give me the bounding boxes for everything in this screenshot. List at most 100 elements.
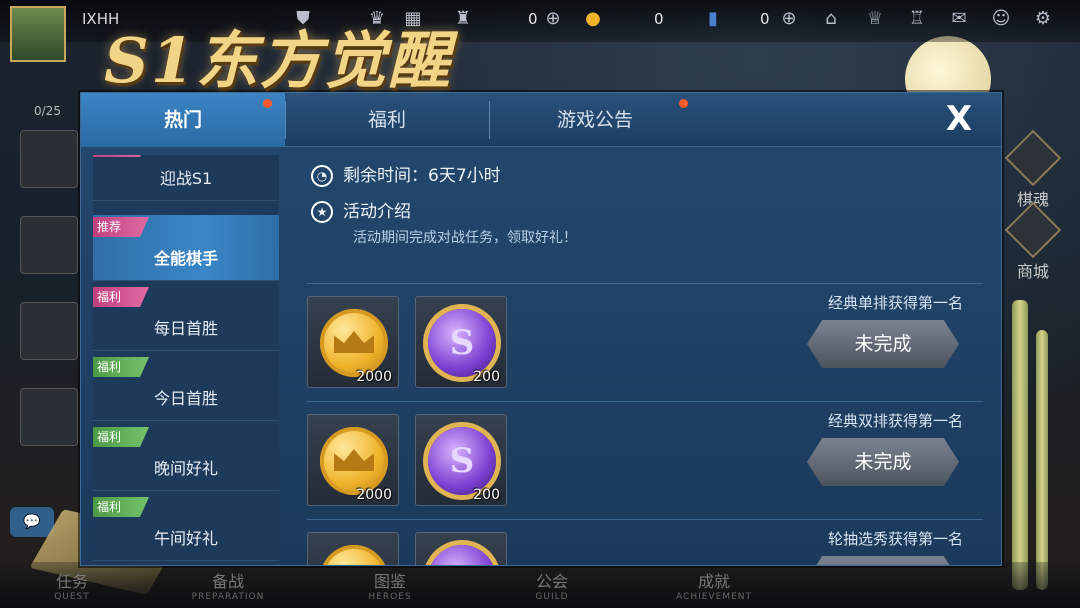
s-coin-icon: S bbox=[428, 545, 496, 565]
star-icon: ★ bbox=[311, 201, 333, 223]
mail-icon[interactable]: ✉ bbox=[948, 8, 970, 30]
reward-gold-coin[interactable]: 2000 bbox=[307, 414, 399, 506]
bottom-nav: 任务 QUEST 备战 PREPARATION 图鉴 HEROES 公会 GUI… bbox=[0, 562, 1080, 608]
sidebar-item-today-first-win[interactable]: 福利 今日首胜 bbox=[93, 355, 279, 421]
reward-gold-coin[interactable]: 2000 bbox=[307, 296, 399, 388]
gold-coin-icon bbox=[320, 427, 388, 495]
reward-quantity: 2000 bbox=[356, 369, 392, 385]
season-banner-title: S1东方觉醒 bbox=[104, 24, 452, 97]
reward-quantity: 2000 bbox=[356, 487, 392, 503]
nav-quest[interactable]: 任务 QUEST bbox=[12, 568, 132, 602]
task-row: S 轮抽选秀获得第一名 bbox=[307, 519, 983, 565]
clock-icon: ◔ bbox=[311, 165, 333, 187]
shop-icon bbox=[1004, 201, 1062, 259]
castle-icon[interactable]: ♖ bbox=[906, 8, 928, 30]
gear-icon[interactable]: ⚙ bbox=[1032, 8, 1054, 30]
intro-row: ★ 活动介绍 bbox=[311, 197, 411, 223]
tab-welfare[interactable]: 福利 bbox=[285, 93, 489, 147]
sidebar-item-label: 迎战S1 bbox=[159, 169, 213, 188]
nav-label: 成就 bbox=[697, 572, 730, 591]
player-avatar[interactable] bbox=[10, 6, 66, 62]
intro-title: 活动介绍 bbox=[343, 202, 411, 222]
remaining-time-row: ◔ 剩余时间：6天7小时 bbox=[311, 161, 501, 187]
nav-label: 任务 bbox=[55, 572, 88, 591]
tab-hot[interactable]: 热门 bbox=[81, 93, 285, 147]
sidebar-item-label: 午间好礼 bbox=[153, 529, 218, 548]
task-status-button[interactable] bbox=[807, 556, 959, 565]
trophy-icon[interactable]: ♕ bbox=[864, 8, 886, 30]
sidebar-badge: 推荐 bbox=[93, 217, 149, 237]
left-slot[interactable] bbox=[20, 302, 78, 360]
nav-label: 备战 bbox=[211, 572, 244, 591]
sidebar-badge: 福利 bbox=[93, 357, 149, 377]
reward-gold-coin[interactable] bbox=[307, 532, 399, 565]
sidebar-badge: 福利 bbox=[93, 427, 149, 447]
reward-quantity: 200 bbox=[473, 487, 500, 503]
gold-coin-icon: ● bbox=[585, 8, 601, 29]
s-coin-icon: S bbox=[428, 309, 496, 377]
task-row: 2000 S 200 经典双排获得第一名 未完成 bbox=[307, 401, 983, 519]
sidebar-item-label: 今日首胜 bbox=[153, 389, 218, 408]
nav-sublabel: QUEST bbox=[54, 592, 90, 602]
sidebar-item-label: 每日首胜 bbox=[153, 319, 218, 338]
sidebar-item-label: 晚间好礼 bbox=[153, 459, 218, 478]
right-menu-shop[interactable]: 商城 bbox=[1004, 201, 1062, 282]
nav-label: 图鉴 bbox=[373, 572, 406, 591]
nav-sublabel: HEROES bbox=[368, 592, 412, 602]
tab-announcement[interactable]: 游戏公告 bbox=[493, 93, 697, 147]
sidebar-badge: 福利 bbox=[93, 497, 149, 517]
add-currency-icon[interactable]: ⊕ bbox=[542, 8, 564, 30]
sidebar-item-all-round-player[interactable]: 推荐 全能棋手 bbox=[93, 215, 279, 281]
chat-button[interactable]: 💬 bbox=[10, 507, 54, 537]
bamboo-decoration bbox=[1012, 300, 1028, 590]
task-description: 经典单排获得第一名 bbox=[827, 294, 963, 312]
nav-achievement[interactable]: 成就 ACHIEVEMENT bbox=[654, 568, 774, 602]
reward-s-coin[interactable]: S 200 bbox=[415, 296, 507, 388]
nav-heroes[interactable]: 图鉴 HEROES bbox=[330, 568, 450, 602]
s-coin-icon: S bbox=[428, 427, 496, 495]
currency-2-value: 0 bbox=[654, 10, 664, 28]
nav-guild[interactable]: 公会 GUILD bbox=[492, 568, 612, 602]
task-row: 2000 S 200 经典单排获得第一名 未完成 bbox=[307, 283, 983, 401]
task-status-button[interactable]: 未完成 bbox=[807, 320, 959, 368]
sidebar-item-label: 全能棋手 bbox=[153, 249, 218, 268]
sidebar-item-s1-challenge[interactable]: 推荐 迎战S1 bbox=[93, 155, 279, 201]
intro-description: 活动期间完成对战任务，领取好礼！ bbox=[353, 230, 577, 246]
gold-coin-icon bbox=[320, 545, 388, 565]
left-slot[interactable] bbox=[20, 216, 78, 274]
event-content: ◔ 剩余时间：6天7小时 ★ 活动介绍 活动期间完成对战任务，领取好礼！ 2000 … bbox=[307, 155, 983, 565]
nav-sublabel: PREPARATION bbox=[191, 592, 265, 602]
task-description: 经典双排获得第一名 bbox=[827, 412, 963, 430]
left-slot[interactable] bbox=[20, 130, 78, 188]
sidebar-item-noon-gift[interactable]: 福利 午间好礼 bbox=[93, 495, 279, 561]
task-status-button[interactable]: 未完成 bbox=[807, 438, 959, 486]
add-currency-icon[interactable]: ⊕ bbox=[778, 8, 800, 30]
task-description: 轮抽选秀获得第一名 bbox=[827, 530, 963, 548]
reward-s-coin[interactable]: S 200 bbox=[415, 414, 507, 506]
friends-icon[interactable]: ☺ bbox=[990, 8, 1012, 30]
reward-s-coin[interactable]: S bbox=[415, 532, 507, 565]
right-menu-chess-soul[interactable]: 棋魂 bbox=[1004, 129, 1062, 210]
notification-dot bbox=[263, 99, 272, 108]
tab-bar: 热门 福利 游戏公告 X bbox=[81, 93, 1001, 147]
sidebar-item-evening-gift[interactable]: 福利 晚间好礼 bbox=[93, 425, 279, 491]
gold-coin-icon bbox=[320, 309, 388, 377]
event-sidebar[interactable]: 推荐 迎战S1 推荐 全能棋手 福利 每日首胜 福利 今日首胜 福利 晚间好礼 … bbox=[93, 155, 279, 565]
right-menu-label: 商城 bbox=[1016, 262, 1049, 281]
close-button[interactable]: X bbox=[939, 99, 979, 139]
event-panel: 热门 福利 游戏公告 X 推荐 迎战S1 推荐 全能棋手 福利 每日首胜 福利 … bbox=[80, 92, 1002, 566]
nav-preparation[interactable]: 备战 PREPARATION bbox=[168, 568, 288, 602]
sidebar-badge: 推荐 bbox=[93, 155, 149, 157]
progress-label: 0/25 bbox=[34, 104, 61, 118]
sidebar-badge: 福利 bbox=[93, 287, 149, 307]
graduation-cap-icon[interactable]: ⌂ bbox=[820, 8, 842, 30]
notification-dot bbox=[679, 99, 688, 108]
chess-piece-icon[interactable]: ♜ bbox=[452, 8, 474, 30]
currency-1-value: 0 bbox=[528, 10, 538, 28]
reward-quantity: 200 bbox=[473, 369, 500, 385]
currency-3-value: 0 bbox=[760, 10, 770, 28]
sidebar-item-daily-first-win[interactable]: 福利 每日首胜 bbox=[93, 285, 279, 351]
left-slot[interactable] bbox=[20, 388, 78, 446]
nav-label: 公会 bbox=[535, 572, 568, 591]
remaining-time-text: 剩余时间：6天7小时 bbox=[343, 166, 501, 186]
